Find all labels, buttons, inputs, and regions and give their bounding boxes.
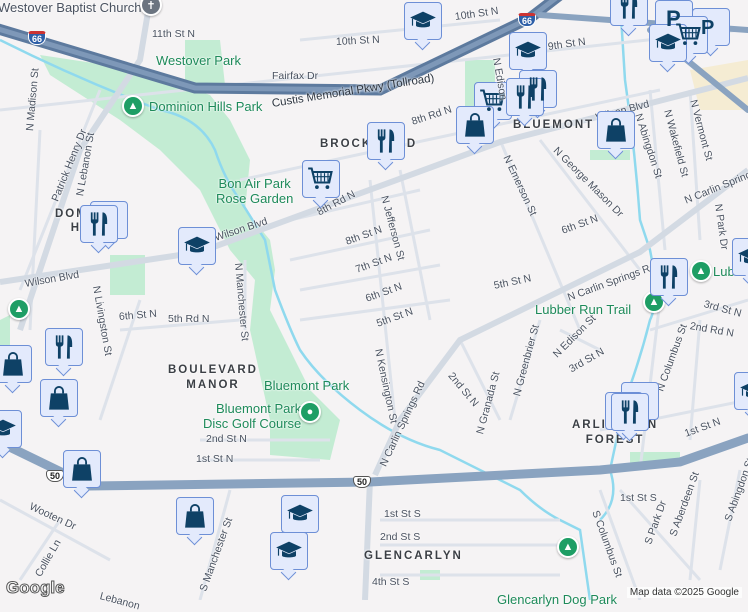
school-marker[interactable] [0, 410, 22, 448]
school-marker[interactable] [178, 227, 216, 265]
school-marker[interactable] [404, 2, 442, 40]
restaurant-marker[interactable] [80, 205, 118, 243]
street-label: 2nd St S [380, 531, 421, 543]
street-label: 5th Rd N [168, 313, 210, 325]
park-label-dominion-hills[interactable]: Dominion Hills Park [149, 99, 262, 114]
street-label: Fairfax Dr [272, 70, 319, 82]
shopping-bag-icon [461, 111, 489, 139]
street-label: 11th St N [152, 28, 195, 40]
graduation-cap-icon [739, 377, 748, 405]
fork-knife-icon [372, 127, 400, 155]
shopping-cart-marker[interactable] [302, 160, 340, 198]
school-marker[interactable] [649, 24, 687, 62]
shopping-bag-marker[interactable] [597, 111, 635, 149]
park-tree-icon[interactable]: ▲ [557, 536, 579, 558]
restaurant-marker[interactable] [650, 258, 688, 296]
park-label-lubber-run[interactable]: Lubber Run Trail [535, 302, 631, 317]
shopping-bag-icon [181, 502, 209, 530]
shopping-bag-marker[interactable] [63, 450, 101, 488]
graduation-cap-icon [183, 232, 211, 260]
shopping-bag-icon [68, 455, 96, 483]
graduation-cap-icon [654, 29, 682, 57]
graduation-cap-icon [286, 500, 314, 528]
fork-knife-icon [50, 333, 78, 361]
park-label-bon-air[interactable]: Bon Air Park Rose Garden [216, 176, 293, 206]
shopping-bag-marker[interactable] [176, 497, 214, 535]
park-tree-icon[interactable]: ▲ [122, 95, 144, 117]
shopping-bag-icon [602, 116, 630, 144]
school-marker[interactable] [281, 495, 319, 533]
shopping-bag-icon [45, 384, 73, 412]
park-label-disc-golf[interactable]: Bluemont Park Disc Golf Course [203, 401, 301, 431]
interstate-66-shield: 66 [518, 13, 537, 27]
graduation-cap-icon [737, 243, 748, 271]
restaurant-marker[interactable] [611, 393, 649, 431]
street-label: 1st St N [196, 453, 234, 465]
graduation-cap-icon [409, 7, 437, 35]
park-label-westover: Westover Park [156, 53, 242, 68]
fork-knife-icon [615, 0, 643, 21]
neighborhood-glencarlyn: GLENCARLYN [364, 550, 463, 562]
street-label: 2nd St N [206, 433, 247, 445]
school-marker[interactable] [732, 238, 748, 276]
school-marker[interactable] [734, 372, 748, 410]
svg-text:P: P [701, 17, 714, 39]
school-marker[interactable] [270, 532, 308, 570]
interstate-66-shield: 66 [28, 31, 47, 45]
poi-label-church[interactable]: Westover Baptist Church [0, 0, 142, 15]
graduation-cap-icon [275, 537, 303, 565]
place-pin-icon[interactable]: ● [299, 401, 321, 423]
street-label: 1st St S [384, 508, 421, 520]
street-label: 4th St S [372, 576, 410, 588]
google-logo[interactable]: Google [6, 578, 66, 598]
restaurant-marker[interactable] [367, 122, 405, 160]
restaurant-marker[interactable] [610, 0, 648, 26]
map-attribution[interactable]: Map data ©2025 Google [626, 587, 742, 598]
shopping-bag-marker[interactable] [0, 345, 32, 383]
shopping-bag-marker[interactable] [456, 106, 494, 144]
restaurant-marker[interactable] [506, 78, 544, 116]
park-tree-icon[interactable]: ▲ [8, 298, 30, 320]
fork-knife-icon [616, 398, 644, 426]
graduation-cap-icon [0, 415, 17, 443]
fork-knife-icon [655, 263, 683, 291]
park-label-bluemont[interactable]: Bluemont Park [264, 378, 349, 393]
fork-knife-icon [511, 83, 539, 111]
shopping-bag-icon [0, 350, 27, 378]
neighborhood-boulevard-manor: BOULEVARD MANOR [168, 364, 258, 391]
graduation-cap-icon [514, 37, 542, 65]
fork-knife-icon [85, 210, 113, 238]
shopping-bag-marker[interactable] [40, 379, 78, 417]
street-label: 1st St S [620, 492, 657, 504]
street-label: 10th St N [335, 33, 381, 48]
shopping-cart-icon [307, 165, 335, 193]
school-marker[interactable] [509, 32, 547, 70]
restaurant-marker[interactable] [45, 328, 83, 366]
park-tree-icon[interactable]: ▲ [690, 260, 712, 282]
